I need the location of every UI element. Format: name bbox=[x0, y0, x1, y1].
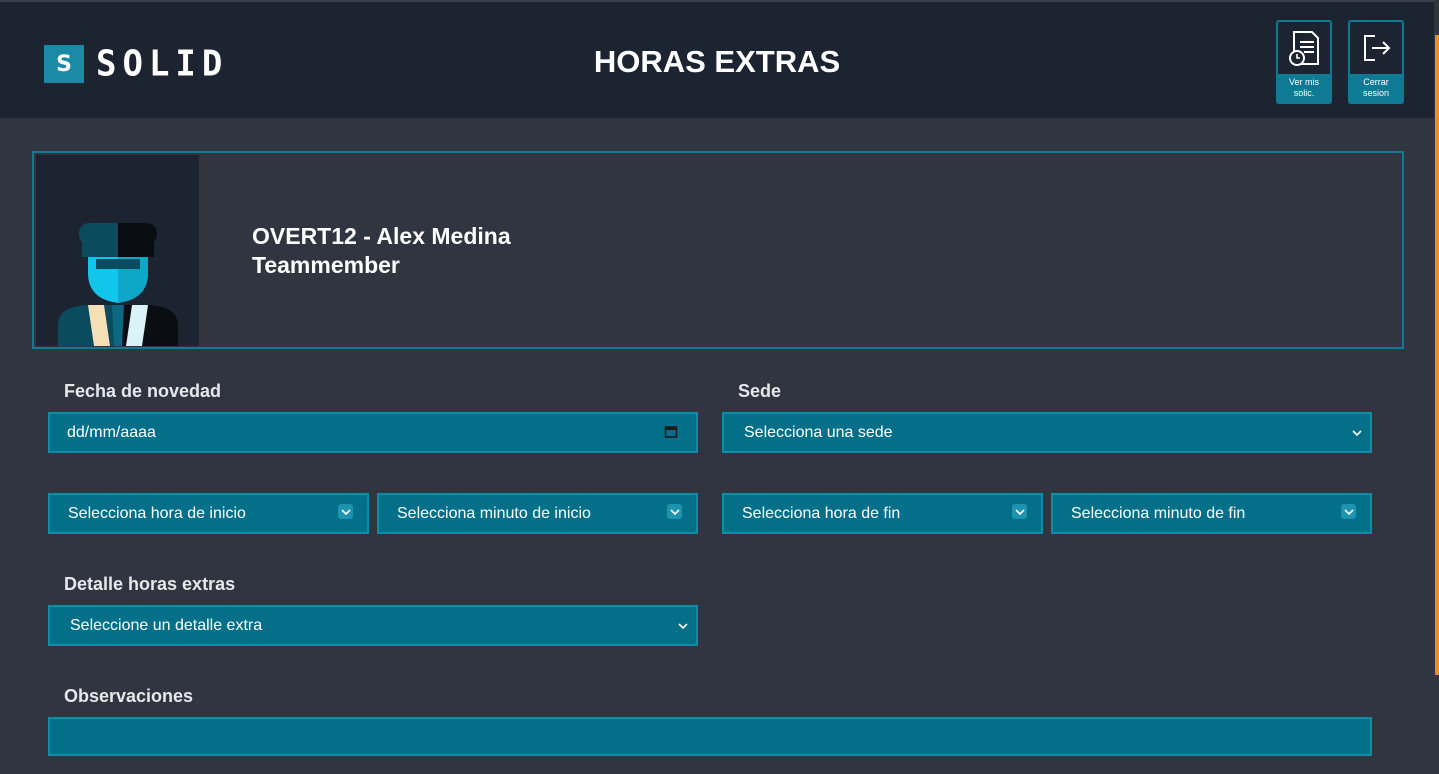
site-label: Sede bbox=[738, 381, 782, 401]
user-name: OVERT12 - Alex Medina bbox=[252, 223, 511, 249]
logout-button[interactable]: Cerrar sesion bbox=[1348, 20, 1404, 104]
chevron-down-icon bbox=[678, 619, 688, 633]
page-title: HORAS EXTRAS bbox=[593, 44, 841, 79]
observations-label: Observaciones bbox=[64, 686, 194, 706]
date-placeholder: dd/mm/aaaa bbox=[67, 423, 156, 441]
chevron-down-icon bbox=[1012, 504, 1027, 519]
user-avatar bbox=[36, 155, 199, 346]
start-minute-select[interactable]: Selecciona minuto de inicio bbox=[377, 493, 698, 534]
date-label: Fecha de novedad bbox=[64, 381, 222, 401]
profile-card: OVERT12 - Alex Medina Teammember bbox=[32, 151, 1404, 349]
user-role: Teammember bbox=[252, 252, 400, 278]
detail-select-value: Seleccione un detalle extra bbox=[70, 616, 263, 634]
end-minute-select[interactable]: Selecciona minuto de fin bbox=[1051, 493, 1372, 534]
end-hour-select[interactable]: Selecciona hora de fin bbox=[722, 493, 1043, 534]
end-minute-value: Selecciona minuto de fin bbox=[1071, 504, 1246, 522]
chevron-down-icon bbox=[667, 504, 682, 519]
my-requests-button[interactable]: Ver mis solic. bbox=[1276, 20, 1332, 104]
observations-input[interactable] bbox=[48, 717, 1372, 756]
detail-select[interactable]: Seleccione un detalle extra bbox=[48, 605, 698, 646]
chevron-down-icon bbox=[338, 504, 353, 519]
detail-label: Detalle horas extras bbox=[64, 574, 236, 594]
date-input[interactable]: dd/mm/aaaa bbox=[48, 412, 698, 453]
end-hour-value: Selecciona hora de fin bbox=[742, 504, 901, 522]
chevron-down-icon bbox=[1352, 426, 1362, 440]
logout-label: Cerrar sesion bbox=[1350, 74, 1402, 102]
start-hour-value: Selecciona hora de inicio bbox=[68, 504, 246, 522]
scrollbar[interactable] bbox=[1435, 35, 1439, 675]
app-header: S SOLID HORAS EXTRAS Ver mis solic. Cerr… bbox=[0, 0, 1434, 118]
calendar-icon[interactable] bbox=[664, 424, 678, 441]
document-clock-icon bbox=[1286, 22, 1322, 74]
chevron-down-icon bbox=[1341, 504, 1356, 519]
start-minute-value: Selecciona minuto de inicio bbox=[397, 504, 591, 522]
site-select-value: Selecciona una sede bbox=[744, 423, 893, 441]
start-hour-select[interactable]: Selecciona hora de inicio bbox=[48, 493, 369, 534]
site-select[interactable]: Selecciona una sede bbox=[722, 412, 1372, 453]
my-requests-label: Ver mis solic. bbox=[1278, 74, 1330, 102]
logout-icon bbox=[1359, 22, 1393, 74]
